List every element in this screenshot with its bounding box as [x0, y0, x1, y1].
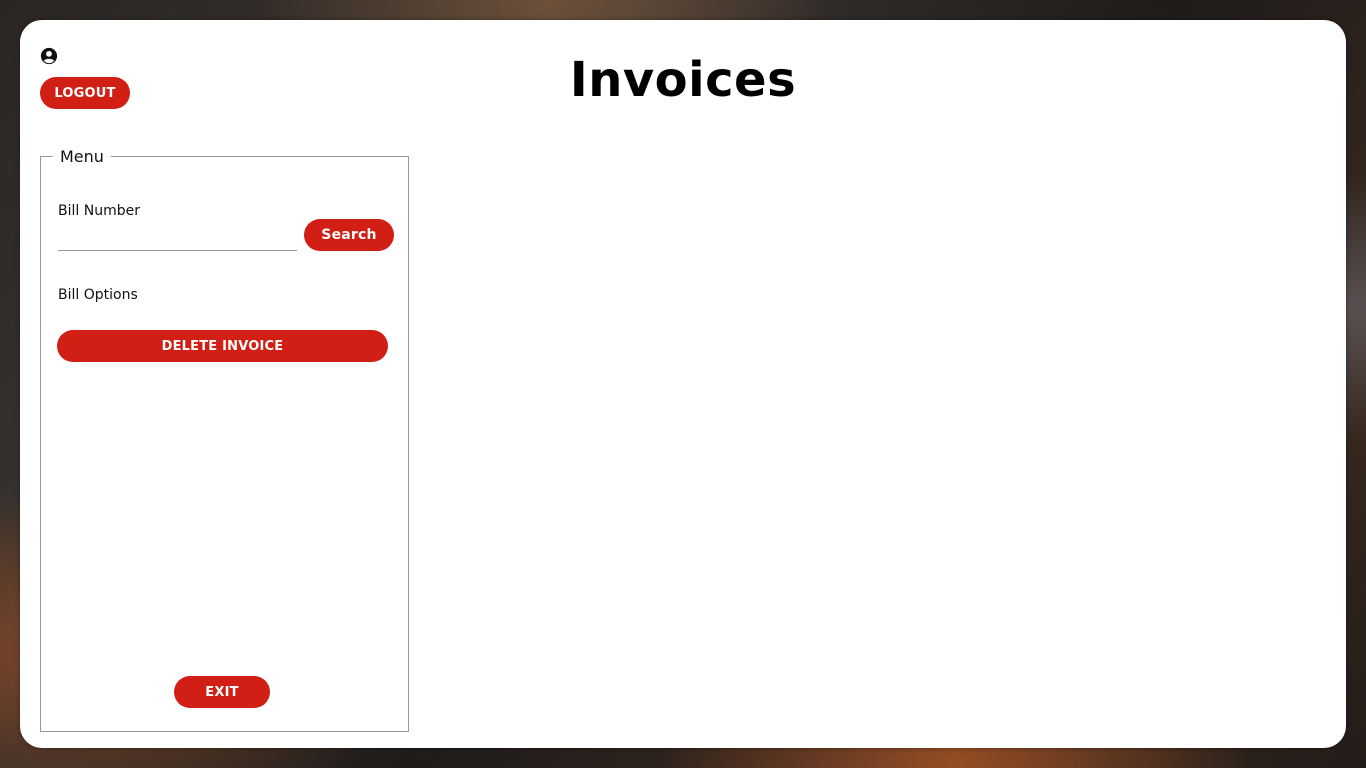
main-card: LOGOUT Invoices Menu Bill Number Search …	[20, 20, 1346, 748]
exit-button[interactable]: EXIT	[174, 676, 270, 708]
page-title: Invoices	[569, 52, 797, 108]
bill-number-input[interactable]	[58, 227, 297, 251]
delete-invoice-button[interactable]: DELETE INVOICE	[57, 330, 388, 362]
search-button[interactable]: Search	[304, 219, 394, 251]
menu-panel: Menu Bill Number Search Bill Options DEL…	[40, 147, 409, 732]
bill-options-label: Bill Options	[58, 287, 138, 303]
bill-number-label: Bill Number	[58, 203, 140, 219]
menu-legend: Menu	[53, 147, 111, 166]
